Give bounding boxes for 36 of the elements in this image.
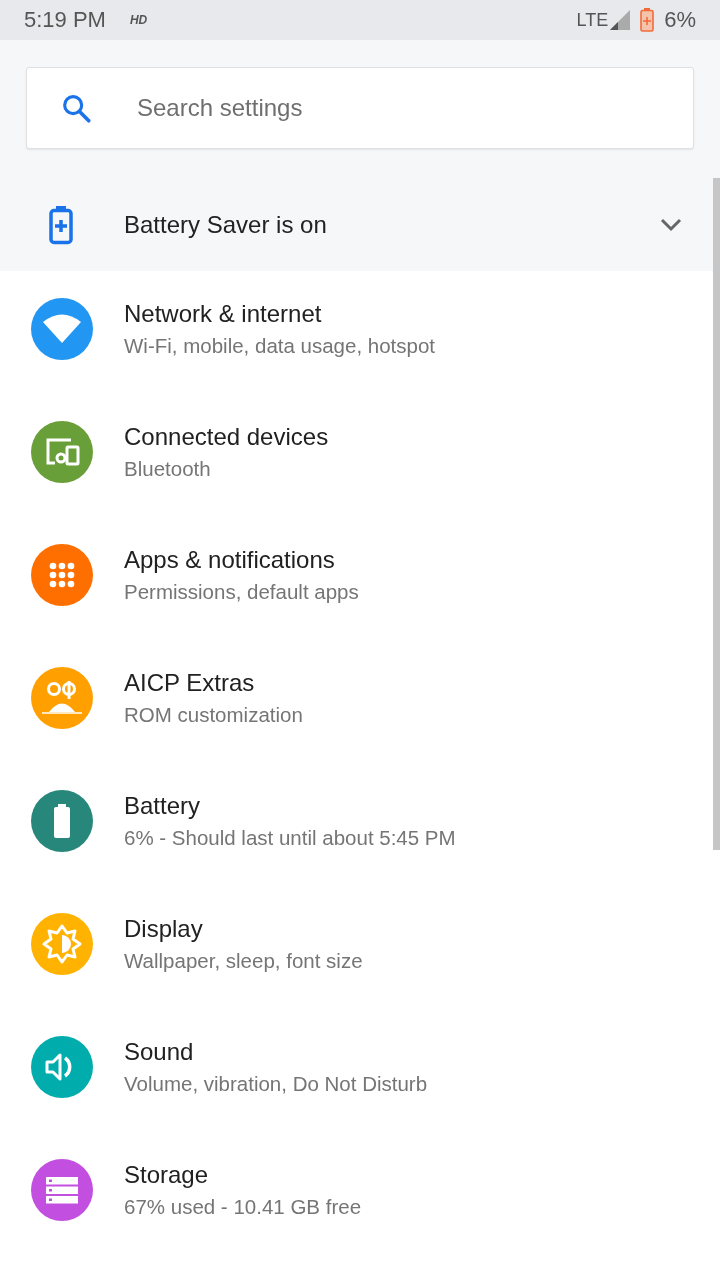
item-title: Storage <box>124 1160 210 1189</box>
settings-item[interactable]: Apps & notifications Permissions, default apps <box>0 517 712 640</box>
banner-title: Battery Saver is on <box>124 211 328 239</box>
settings-item[interactable]: Network & internet Wi-Fi, mobile, data usage, hotspot <box>0 271 712 394</box>
settings-item[interactable]: AICP Extras ROM customization <box>0 640 712 763</box>
battery-saver-banner[interactable]: Battery Saver is on <box>0 179 712 271</box>
item-title: AICP Extras <box>124 668 256 697</box>
item-summary: ROM customization <box>124 702 303 727</box>
item-title: Network & internet <box>124 299 323 328</box>
settings-item[interactable]: Connected devices Bluetooth <box>0 394 712 517</box>
item-title: Display <box>124 914 204 943</box>
chevron-down-icon[interactable] <box>660 218 682 232</box>
settings-item[interactable]: Display Wallpaper, sleep, font size <box>0 886 712 1009</box>
settings-item[interactable]: Battery 6% - Should last until about 5:45 PM <box>0 763 712 886</box>
item-title: Apps & notifications <box>124 545 336 574</box>
battery-plus-icon <box>48 205 74 245</box>
clock-time: 5:19 PM <box>24 7 106 33</box>
item-summary: Permissions, default apps <box>124 579 359 604</box>
hd-indicator: HD <box>129 13 148 27</box>
search-field[interactable]: Search settings <box>135 93 693 123</box>
item-title: Battery <box>124 791 202 820</box>
item-summary: Wi-Fi, mobile, data usage, hotspot <box>124 333 436 358</box>
item-title: Connected devices <box>124 422 329 451</box>
item-summary: Wallpaper, sleep, font size <box>124 948 363 973</box>
item-summary: 67% used - 10.41 GB free <box>124 1194 362 1219</box>
battery-percent: 6% <box>664 7 696 33</box>
item-summary: Bluetooth <box>124 456 212 481</box>
item-title: Sound <box>124 1037 195 1066</box>
settings-item[interactable]: Sound Volume, vibration, Do Not Disturb <box>0 1009 712 1132</box>
item-summary: 6% - Should last until about 5:45 PM <box>124 825 456 850</box>
signal-icon <box>610 10 631 30</box>
battery-icon <box>640 8 655 32</box>
search-bar[interactable]: Search settings <box>26 67 694 149</box>
network-type: LTE <box>576 9 609 31</box>
settings-item[interactable]: Storage 67% used - 10.41 GB free <box>0 1132 712 1255</box>
item-summary: Volume, vibration, Do Not Disturb <box>124 1071 428 1096</box>
